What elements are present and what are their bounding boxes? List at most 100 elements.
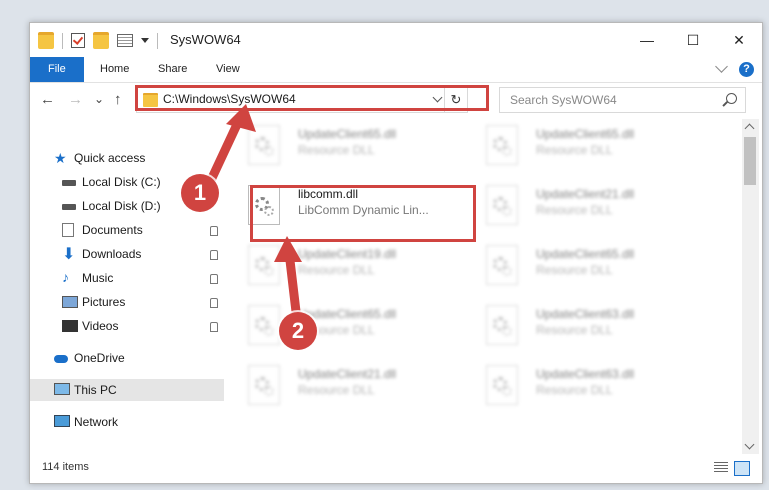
large-icons-view-icon[interactable] (734, 461, 750, 476)
file-item[interactable]: UpdateClient21.dll Resource DLL (464, 181, 692, 233)
item-count: 114 items (42, 461, 89, 473)
sidebar-item-onedrive[interactable]: OneDrive (30, 347, 224, 369)
music-icon: ♪ (62, 269, 69, 285)
star-icon: ★ (54, 150, 67, 166)
drive-icon (62, 180, 76, 186)
help-icon[interactable]: ? (739, 62, 754, 77)
dll-file-icon (486, 305, 518, 345)
pin-icon (210, 274, 218, 284)
properties-check-icon[interactable] (71, 33, 85, 48)
sidebar-item-label: Network (74, 415, 119, 429)
sidebar-item-videos[interactable]: Videos (30, 315, 224, 337)
scrollbar-thumb[interactable] (744, 137, 756, 185)
tab-file[interactable]: File (30, 57, 84, 82)
sidebar-item-label: Downloads (82, 247, 142, 261)
file-list: UpdateClient65.dll Resource DLL UpdateClie… (226, 119, 742, 454)
file-name: UpdateClient65.dll (536, 247, 635, 261)
status-bar: 114 items (30, 454, 762, 483)
onedrive-icon (54, 355, 68, 363)
expand-ribbon-chevron-icon[interactable] (715, 60, 728, 73)
recent-locations-button[interactable]: ⌄ (94, 92, 104, 106)
pictures-icon (62, 296, 78, 308)
file-description: Resource DLL (536, 383, 613, 397)
maximize-button[interactable]: ☐ (670, 23, 716, 57)
file-name: UpdateClient65.dll (536, 127, 635, 141)
properties-icon[interactable] (117, 34, 133, 47)
file-description: Resource DLL (536, 143, 613, 157)
up-button[interactable]: ↑ (114, 91, 122, 108)
sidebar-item-label: Local Disk (C:) (82, 175, 161, 189)
dll-file-icon (248, 125, 280, 165)
new-folder-icon[interactable] (93, 32, 109, 49)
file-highlight-box (250, 185, 476, 242)
file-item[interactable]: UpdateClient65.dll Resource DLL (464, 241, 692, 293)
back-button[interactable]: ← (40, 91, 55, 108)
dll-file-icon (486, 125, 518, 165)
window-title: SysWOW64 (170, 32, 241, 47)
vertical-scrollbar[interactable] (742, 119, 759, 454)
sidebar-item-downloads[interactable]: ⬇ Downloads (30, 243, 224, 265)
dll-file-icon (248, 305, 280, 345)
sidebar-item-label: Local Disk (D:) (82, 199, 161, 213)
scroll-down-icon[interactable] (744, 439, 755, 450)
tab-view[interactable]: View (204, 57, 252, 82)
pin-icon (210, 250, 218, 260)
file-description: Resource DLL (536, 203, 613, 217)
file-name: UpdateClient21.dll (536, 187, 635, 201)
file-description: Resource DLL (536, 263, 613, 277)
sidebar-item-label: Videos (82, 319, 119, 333)
sidebar-item-music[interactable]: ♪ Music (30, 267, 224, 289)
file-description: Resource DLL (298, 383, 375, 397)
file-item[interactable]: UpdateClient63.dll Resource DLL (464, 301, 692, 353)
file-name: UpdateClient19.dll (298, 247, 397, 261)
quick-access-toolbar (38, 32, 158, 49)
folder-icon (38, 32, 54, 49)
file-description: Resource DLL (298, 263, 375, 277)
pc-icon (54, 383, 70, 395)
close-button[interactable]: ✕ (716, 23, 762, 57)
forward-button[interactable]: → (68, 91, 83, 108)
navigation-bar: ← → ⌄ ↑ C:\Windows\SysWOW64 ↻ Search Sys… (30, 83, 762, 117)
dll-file-icon (486, 245, 518, 285)
divider (62, 32, 63, 49)
sidebar-item-quick-access[interactable]: ★ Quick access (30, 147, 224, 169)
step-marker-1: 1 (181, 174, 219, 212)
file-name: UpdateClient63.dll (536, 367, 635, 381)
customize-toolbar-dropdown-icon[interactable] (141, 38, 149, 43)
minimize-button[interactable]: — (624, 23, 670, 57)
file-item[interactable]: UpdateClient19.dll Resource DLL (226, 241, 454, 293)
file-item[interactable]: UpdateClient63.dll Resource DLL (464, 361, 692, 413)
dll-file-icon (486, 365, 518, 405)
dll-file-icon (248, 245, 280, 285)
file-item[interactable]: UpdateClient21.dll Resource DLL (226, 361, 454, 413)
sidebar-item-network[interactable]: Network (30, 411, 224, 433)
tab-home[interactable]: Home (88, 57, 141, 82)
sidebar-item-label: Music (82, 271, 114, 285)
sidebar-item-this-pc[interactable]: This PC (30, 379, 224, 401)
sidebar-item-label: Quick access (74, 151, 146, 165)
file-item[interactable]: UpdateClient65.dll Resource DLL (226, 121, 454, 173)
documents-icon (62, 223, 74, 237)
scroll-up-icon[interactable] (744, 123, 755, 134)
file-item[interactable]: UpdateClient65.dll Resource DLL (464, 121, 692, 173)
dll-file-icon (486, 185, 518, 225)
search-input[interactable]: Search SysWOW64 (499, 87, 746, 113)
divider (157, 32, 158, 49)
videos-icon (62, 320, 78, 332)
ribbon-tabs: File Home Share View ? (30, 57, 762, 83)
sidebar-item-documents[interactable]: Documents (30, 219, 224, 241)
search-placeholder: Search SysWOW64 (510, 93, 617, 107)
sidebar-item-label: This PC (74, 383, 117, 397)
search-icon[interactable] (726, 93, 737, 104)
file-item[interactable]: UpdateClient65.dll Resource DLL (226, 301, 454, 353)
sidebar-item-label: Pictures (82, 295, 126, 309)
tab-share[interactable]: Share (146, 57, 199, 82)
sidebar-item-label: Documents (82, 223, 143, 237)
sidebar-item-pictures[interactable]: Pictures (30, 291, 224, 313)
download-icon: ⬇ (62, 246, 76, 263)
file-name: UpdateClient21.dll (298, 367, 397, 381)
pin-icon (210, 226, 218, 236)
dll-file-icon (248, 365, 280, 405)
pin-icon (210, 322, 218, 332)
details-view-icon[interactable] (714, 462, 728, 474)
